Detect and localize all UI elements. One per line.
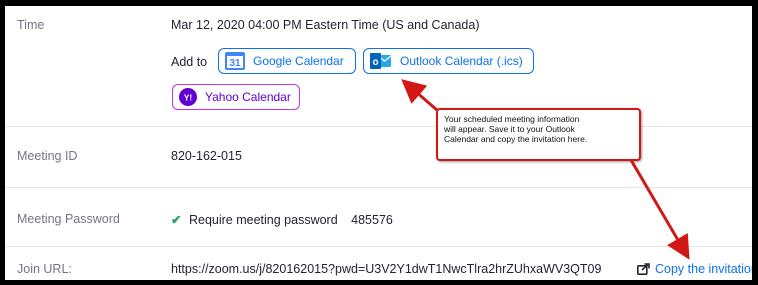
arrow-to-copy-invitation [629,159,690,260]
annotation-arrows [401,79,690,260]
meeting-details-panel: Time Mar 12, 2020 04:00 PM Eastern Time … [5,6,752,280]
arrow-to-outlook [401,79,438,112]
